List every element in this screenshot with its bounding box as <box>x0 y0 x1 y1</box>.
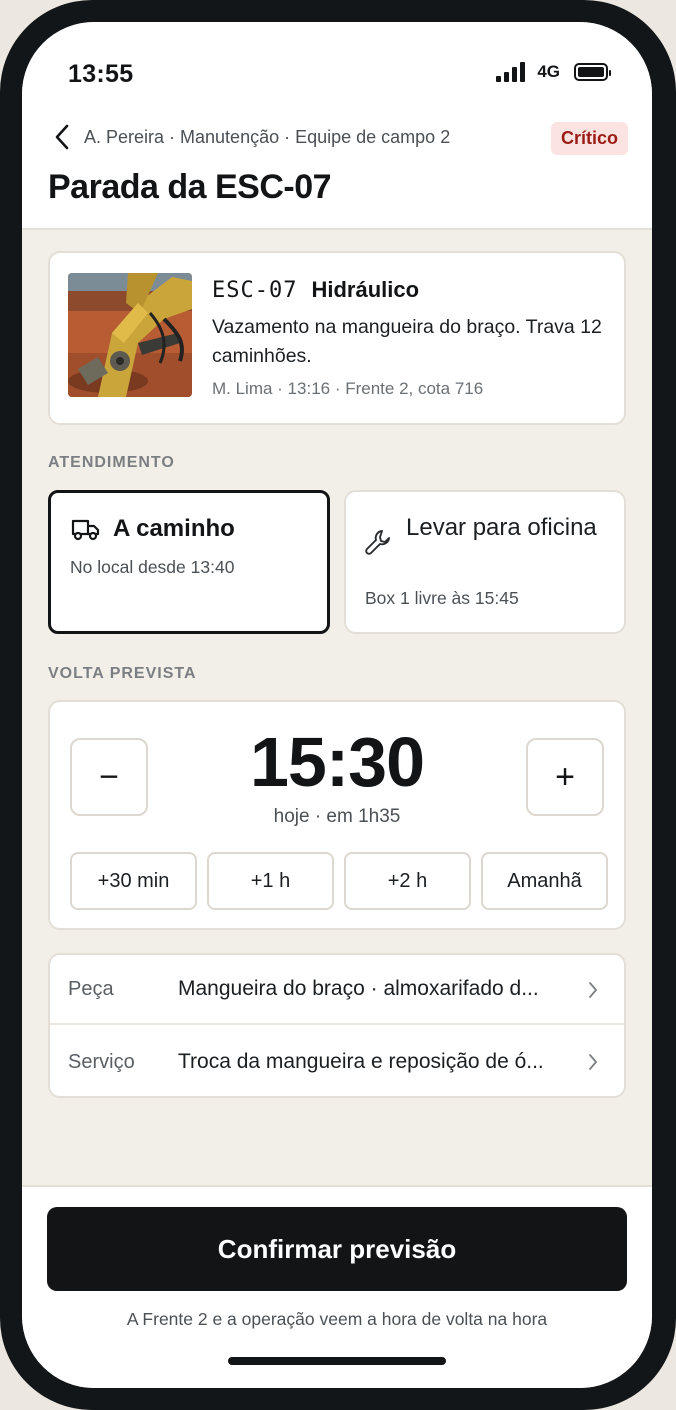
option-on-the-way[interactable]: A caminho No local desde 13:40 <box>48 490 330 634</box>
list-item-service[interactable]: Serviço Troca da mangueira e reposição d… <box>50 1027 624 1097</box>
attendance-section-label: ATENDIMENTO <box>48 454 175 471</box>
option-title: Levar para oficina <box>406 514 597 541</box>
header: 13:55 4G A. Pereira · Manutenção · Equip… <box>22 22 652 230</box>
option-subtitle: Box 1 livre às 15:45 <box>365 588 519 608</box>
issue-meta: M. Lima · 13:16 · Frente 2, cota 716 <box>212 379 484 398</box>
chevron-left-icon <box>55 124 69 150</box>
return-time-card: − 15:30 + hoje · em 1h35 +30 min +1 h +2… <box>48 700 626 930</box>
option-subtitle: No local desde 13:40 <box>70 557 235 577</box>
status-indicators: 4G <box>496 62 611 82</box>
row-label: Peça <box>68 977 114 1000</box>
signal-icon <box>496 62 526 82</box>
row-value: Mangueira do braço · almoxarifado d... <box>178 977 539 1000</box>
quick-plus-2h-button[interactable]: +2 h <box>344 852 471 910</box>
issue-heading: ESC-07 Hidráulico <box>212 277 419 303</box>
issue-card[interactable]: ESC-07 Hidráulico Vazamento na mangueira… <box>48 251 626 425</box>
status-badge: Crítico <box>550 122 628 155</box>
footer-note: A Frente 2 e a operação veem a hora de v… <box>126 1309 548 1329</box>
row-value: Troca da mangueira e reposição de ó... <box>178 1050 544 1073</box>
quick-options: +30 min +1 h +2 h Amanhã <box>70 852 608 910</box>
wrench-icon <box>365 530 390 555</box>
issue-description: Vazamento na mangueira do braço. Trava 1… <box>212 316 602 367</box>
quick-plus-1h-button[interactable]: +1 h <box>207 852 334 910</box>
quick-tomorrow-button[interactable]: Amanhã <box>481 852 608 910</box>
confirm-button[interactable]: Confirmar previsão <box>47 1207 627 1291</box>
chevron-right-icon <box>589 982 597 998</box>
page-title: Parada da ESC-07 <box>48 168 332 206</box>
equipment-photo <box>68 273 192 397</box>
network-type: 4G <box>537 62 560 81</box>
return-section-label: VOLTA PREVISTA <box>48 665 197 682</box>
footer: Confirmar previsão A Frente 2 e a operaç… <box>22 1185 652 1388</box>
list-item-part[interactable]: Peça Mangueira do braço · almoxarifado d… <box>50 955 624 1025</box>
breadcrumb: A. Pereira · Manutenção · Equipe de camp… <box>84 126 451 147</box>
row-label: Serviço <box>68 1050 135 1073</box>
quick-plus-30min-button[interactable]: +30 min <box>70 852 197 910</box>
truck-icon <box>71 519 100 541</box>
equipment-code: ESC-07 <box>212 278 298 303</box>
increment-button[interactable]: + <box>526 738 604 816</box>
home-indicator[interactable] <box>228 1357 446 1365</box>
chevron-right-icon <box>589 1054 597 1070</box>
issue-system: Hidráulico <box>311 277 420 302</box>
option-take-to-workshop[interactable]: Levar para oficina Box 1 livre às 15:45 <box>344 490 626 634</box>
status-time: 13:55 <box>68 60 134 88</box>
back-button[interactable] <box>46 122 78 152</box>
return-time-subtitle: hoje · em 1h35 <box>273 806 401 827</box>
details-list: Peça Mangueira do braço · almoxarifado d… <box>48 953 626 1098</box>
nav-row: A. Pereira · Manutenção · Equipe de camp… <box>46 122 628 155</box>
battery-icon <box>574 63 611 81</box>
option-title: A caminho <box>113 515 235 542</box>
phone-frame: 13:55 4G A. Pereira · Manutenção · Equip… <box>0 0 676 1410</box>
app-screen: 13:55 4G A. Pereira · Manutenção · Equip… <box>22 22 652 1388</box>
